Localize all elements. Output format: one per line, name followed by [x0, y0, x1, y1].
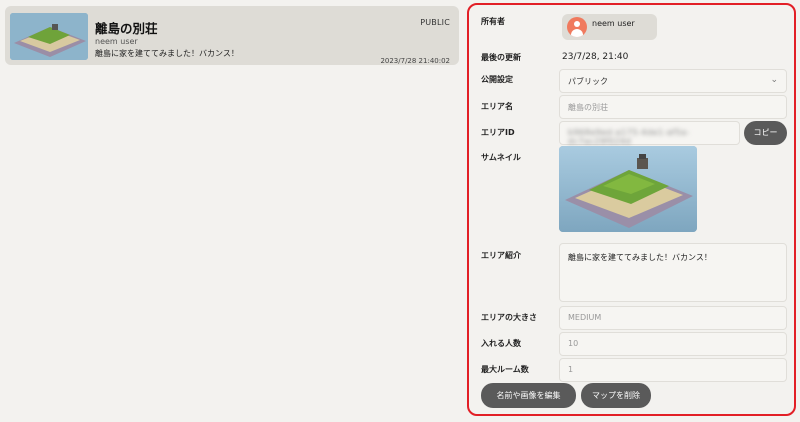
area-id-label: エリアID [481, 128, 515, 137]
intro-label: エリア紹介 [481, 251, 521, 260]
owner-label: 所有者 [481, 17, 505, 26]
delete-map-button[interactable]: マップを削除 [581, 383, 651, 408]
thumbnail-image [559, 146, 697, 232]
max-rooms-field: 1 [559, 358, 787, 382]
avatar-head-icon [574, 21, 580, 27]
visibility-badge: PUBLIC [420, 18, 450, 27]
copy-button[interactable]: コピー [744, 121, 787, 145]
owner-chip[interactable]: neem user [562, 14, 657, 40]
app-root: 離島の別荘 PUBLIC neem user 離島に家を建ててみました！バカンス… [0, 0, 800, 422]
area-list-item[interactable]: 離島の別荘 PUBLIC neem user 離島に家を建ててみました！バカンス… [5, 6, 459, 65]
visibility-select[interactable]: パブリック ⌄ [559, 69, 787, 93]
area-description: 離島に家を建ててみました！バカンス！ [95, 49, 239, 58]
area-id-field: b968e9ed-a175-4de1-af5a-dc7ac29f024d [559, 121, 740, 146]
avatar [567, 17, 587, 37]
capacity-label: 入れる人数 [481, 339, 521, 348]
owner-name: neem user [592, 19, 635, 28]
thumbnail-label: サムネイル [481, 153, 521, 162]
updated-label: 最後の更新 [481, 53, 521, 62]
chevron-down-icon: ⌄ [770, 75, 778, 85]
intro-textarea[interactable]: 離島に家を建ててみました！バカンス！ [559, 243, 787, 302]
area-title: 離島の別荘 [95, 21, 158, 36]
area-name-input[interactable]: 離島の別荘 [559, 95, 787, 119]
area-detail-panel: 所有者 neem user 最後の更新 23/7/28, 21:40 公開設定 … [467, 3, 796, 416]
area-id-value: b968e9ed-a175-4de1-af5a-dc7ac29f024d [568, 128, 690, 146]
updated-value: 23/7/28, 21:40 [562, 52, 629, 62]
area-name-label: エリア名 [481, 102, 513, 111]
visibility-selected: パブリック [568, 77, 608, 86]
edit-button[interactable]: 名前や画像を編集 [481, 383, 576, 408]
visibility-label: 公開設定 [481, 75, 513, 84]
capacity-field: 10 [559, 332, 787, 356]
avatar-body-icon [571, 29, 583, 37]
max-rooms-label: 最大ルーム数 [481, 365, 529, 374]
size-label: エリアの大きさ [481, 313, 537, 322]
area-timestamp: 2023/7/28 21:40:02 [380, 57, 450, 65]
area-owner: neem user [95, 37, 138, 46]
area-thumbnail [10, 13, 88, 60]
size-field: MEDIUM [559, 306, 787, 330]
